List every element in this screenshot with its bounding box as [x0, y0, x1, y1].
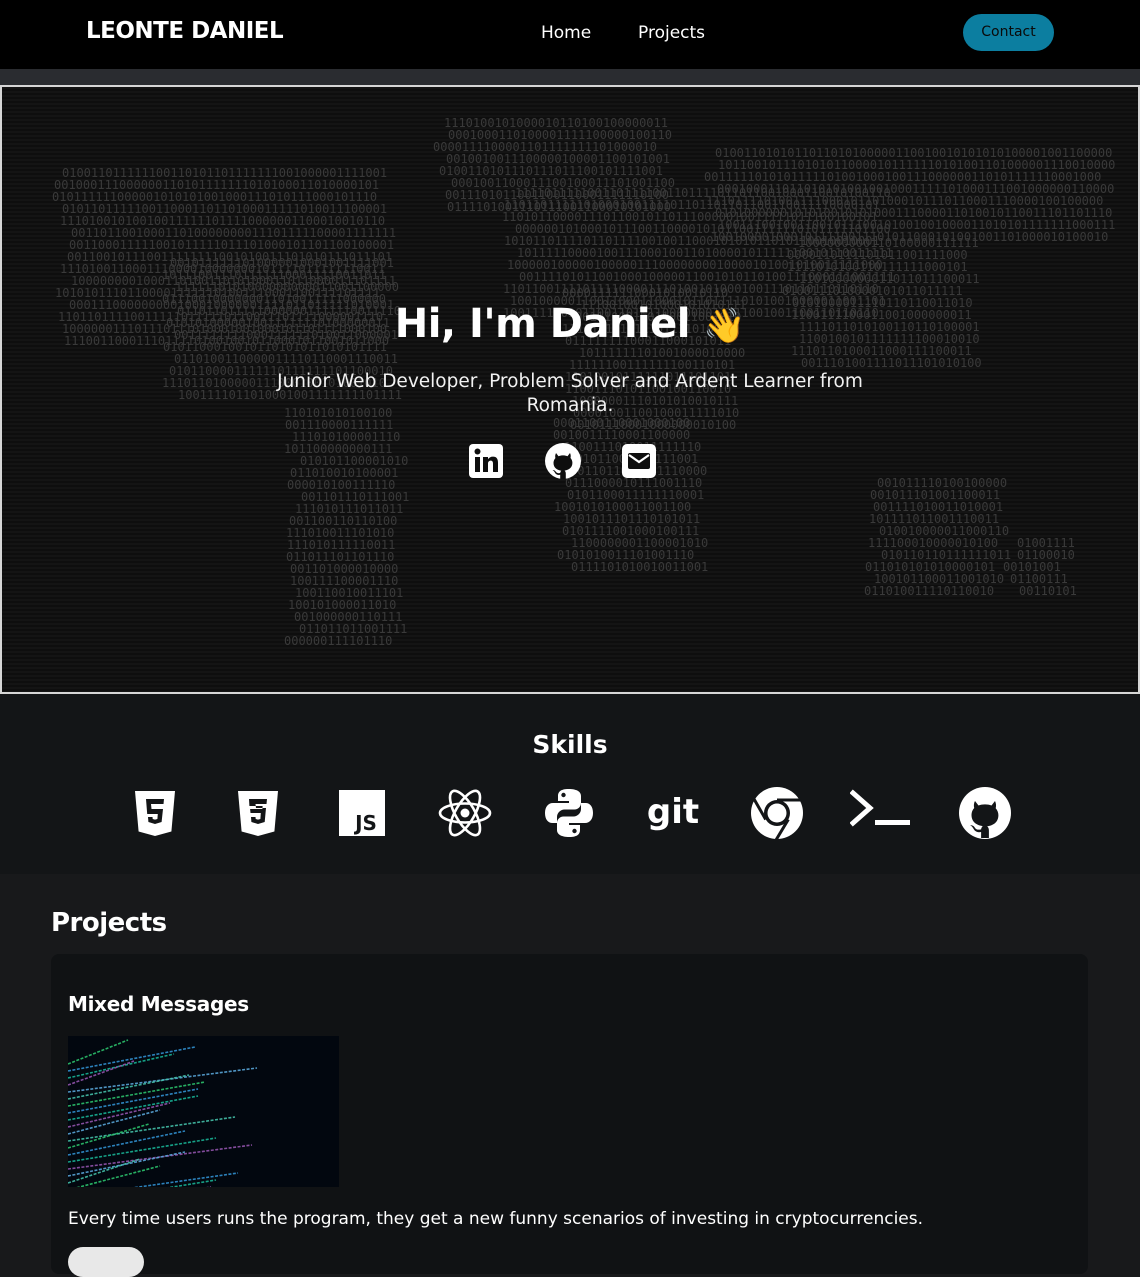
project-thumbnail[interactable]: [68, 1036, 339, 1187]
code-screenshot-image: [68, 1039, 258, 1187]
project-title: Mixed Messages: [68, 992, 249, 1016]
skills-heading: Skills: [532, 730, 608, 759]
nav-link-projects[interactable]: Projects: [638, 23, 705, 43]
git-icon: git: [644, 785, 702, 841]
brand-logo[interactable]: LEONTE DANIEL: [86, 18, 284, 44]
project-link-button[interactable]: [68, 1247, 144, 1277]
project-card: Mixed Messages Every time users runs the…: [51, 954, 1088, 1277]
svg-text:0011101001111011101010100: 0011101001111011101010100: [801, 356, 982, 370]
html5-icon: [127, 785, 183, 841]
git-icon-label: git: [647, 792, 699, 832]
hero-section: 0100110111111001101011011111110010000011…: [0, 85, 1140, 694]
contact-button[interactable]: Contact: [963, 14, 1054, 51]
github-icon: [957, 785, 1013, 841]
terminal-icon: [850, 785, 912, 841]
chrome-icon: [749, 785, 805, 841]
react-icon: [437, 785, 493, 841]
python-icon: [541, 785, 597, 841]
waving-hand-icon: 👋: [703, 306, 746, 346]
navbar-divider: [0, 69, 1140, 85]
hero-subtitle: Junior Web Developer, Problem Solver and…: [277, 371, 863, 416]
email-icon[interactable]: [619, 441, 659, 481]
hero-title-text: Hi, I'm Daniel: [394, 301, 691, 347]
linkedin-icon[interactable]: [466, 441, 506, 481]
navbar: LEONTE DANIEL Home Projects Contact: [0, 0, 1140, 69]
svg-text:00110101: 00110101: [1019, 584, 1077, 598]
hero-heading: Hi, I'm Daniel 👋: [2, 301, 1138, 347]
javascript-icon: JS: [334, 785, 390, 841]
svg-text:0111101010010011001: 0111101010010011001: [571, 560, 708, 574]
skills-section: Skills JS git: [0, 694, 1140, 874]
javascript-icon-label: JS: [353, 811, 377, 835]
svg-text:011010011110110010: 011010011110110010: [864, 584, 994, 598]
project-description: Every time users runs the program, they …: [68, 1209, 924, 1229]
css3-icon: [230, 785, 286, 841]
github-icon[interactable]: [543, 441, 583, 481]
svg-text:000000111101110: 000000111101110: [284, 634, 392, 648]
projects-heading: Projects: [51, 908, 167, 938]
social-links: [466, 441, 676, 485]
nav-link-home[interactable]: Home: [541, 23, 591, 43]
